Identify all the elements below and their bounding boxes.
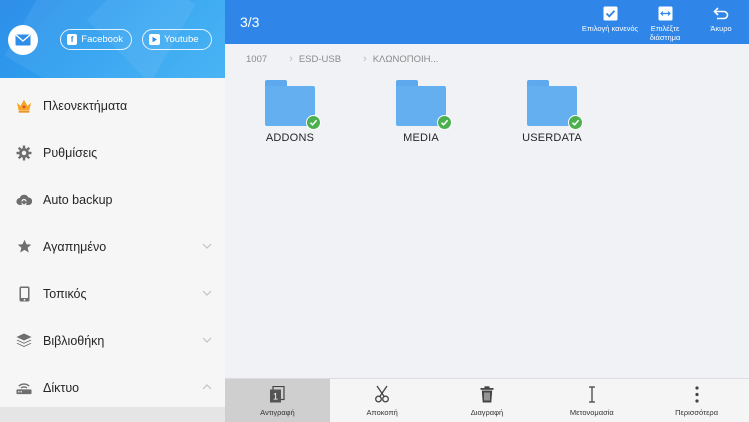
sidebar-nav: Πλεονεκτήματα Ρυθμίσεις Auto backup Αγαπ… (0, 82, 225, 411)
checkbox-icon (602, 5, 618, 21)
sidebar-item-auto-backup[interactable]: Auto backup (0, 176, 225, 223)
crown-icon (16, 98, 32, 114)
text-cursor-icon (583, 385, 601, 403)
youtube-label: Youtube (164, 34, 199, 45)
breadcrumb-item[interactable]: ΚΛΩΝΟΠΟΙΗ... (373, 54, 439, 65)
gear-icon (16, 145, 32, 161)
selection-count: 3/3 (240, 14, 260, 30)
breadcrumb-item[interactable]: 1007 (246, 54, 267, 65)
sidebar-item-premium[interactable]: Πλεονεκτήματα (0, 82, 225, 129)
cut-label: Αποκοπή (366, 408, 398, 417)
folder-icon (527, 80, 583, 130)
breadcrumb-item[interactable]: ESD-USB (299, 54, 341, 65)
chevron-down-icon[interactable] (201, 334, 213, 346)
check-icon (437, 115, 452, 130)
rename-button[interactable]: Μετονομασία (539, 379, 644, 422)
select-range-button[interactable]: Επιλέξτε διάστημα (635, 2, 695, 42)
facebook-icon: f (67, 34, 78, 45)
folder-icon (396, 80, 452, 130)
check-icon (306, 115, 321, 130)
sidebar-item-label: Αγαπημένο (43, 239, 107, 254)
more-vertical-icon (688, 385, 706, 403)
sidebar-item-label: Ρυθμίσεις (43, 145, 98, 160)
sidebar-item-library[interactable]: Βιβλιοθήκη (0, 317, 225, 364)
cancel-label: Άκυρο (710, 24, 732, 33)
folder-icon (265, 80, 321, 130)
chevron-right-icon: › (363, 53, 367, 65)
phone-icon (16, 286, 32, 302)
copy-count-badge: 1 (273, 391, 278, 401)
sidebar-item-label: Βιβλιοθήκη (43, 333, 105, 348)
sidebar-item-settings[interactable]: Ρυθμίσεις (0, 129, 225, 176)
folder-name: MEDIA (403, 132, 439, 144)
youtube-button[interactable]: Youtube (142, 29, 212, 50)
sidebar-item-local[interactable]: Τοπικός (0, 270, 225, 317)
layers-icon (16, 333, 32, 349)
chevron-down-icon[interactable] (201, 287, 213, 299)
folder-item[interactable]: ADDONS (240, 80, 340, 144)
copy-icon: 1 (268, 385, 286, 403)
cut-button[interactable]: Αποκοπή (330, 379, 435, 422)
more-label: Περισσότερα (675, 408, 719, 417)
delete-label: Διαγραφή (470, 408, 504, 417)
sidebar-item-label: Δίκτυο (43, 380, 80, 395)
select-none-label: Επιλογή κανενός (581, 24, 639, 33)
sidebar-item-label: Πλεονεκτήματα (43, 98, 128, 113)
delete-button[interactable]: Διαγραφή (435, 379, 540, 422)
folder-name: USERDATA (522, 132, 582, 144)
sidebar-item-network[interactable]: Δίκτυο (0, 364, 225, 411)
action-bar: 1 Αντιγραφή Αποκοπή Διαγραφή Μετονομασία… (225, 378, 749, 422)
cloud-sync-icon (16, 192, 32, 208)
sidebar-item-label: Auto backup (43, 192, 113, 207)
router-icon (16, 380, 32, 396)
sidebar-item-favorites[interactable]: Αγαπημένο (0, 223, 225, 270)
select-range-label: Επιλέξτε διάστημα (649, 24, 681, 42)
scissors-icon (373, 385, 391, 403)
more-button[interactable]: Περισσότερα (644, 379, 749, 422)
sidebar-subitem-highlight[interactable] (0, 407, 225, 422)
return-arrow-icon (713, 5, 729, 21)
copy-label: Αντιγραφή (260, 408, 295, 417)
facebook-label: Facebook (81, 34, 123, 45)
folder-item[interactable]: MEDIA (371, 80, 471, 144)
star-icon (16, 239, 32, 255)
sidebar-item-label: Τοπικός (43, 286, 87, 301)
rename-label: Μετονομασία (569, 408, 614, 417)
chevron-down-icon[interactable] (201, 240, 213, 252)
mail-button[interactable] (8, 25, 38, 55)
chevron-up-icon[interactable] (201, 381, 213, 393)
facebook-button[interactable]: f Facebook (60, 29, 132, 50)
selection-toolbar: 3/3 Επιλογή κανενός Επιλέξτε διάστημα Άκ… (225, 0, 749, 44)
trash-icon (478, 385, 496, 403)
select-none-button[interactable]: Επιλογή κανενός (580, 2, 640, 42)
range-select-icon (657, 5, 673, 21)
folder-item[interactable]: USERDATA (502, 80, 602, 144)
youtube-icon (149, 34, 160, 45)
copy-button[interactable]: 1 Αντιγραφή (225, 379, 330, 422)
file-grid: ADDONS MEDIA USERDATA (225, 78, 749, 378)
chevron-right-icon: › (289, 53, 293, 65)
sidebar: f Facebook Youtube Πλεονεκτήματα Ρυθμίσε… (0, 0, 225, 422)
check-icon (568, 115, 583, 130)
mail-icon (15, 34, 31, 46)
breadcrumb: 1007 › ESD-USB › ΚΛΩΝΟΠΟΙΗ... (225, 44, 749, 74)
cancel-button[interactable]: Άκυρο (691, 2, 749, 42)
folder-name: ADDONS (265, 132, 315, 144)
sidebar-header: f Facebook Youtube (0, 0, 225, 78)
